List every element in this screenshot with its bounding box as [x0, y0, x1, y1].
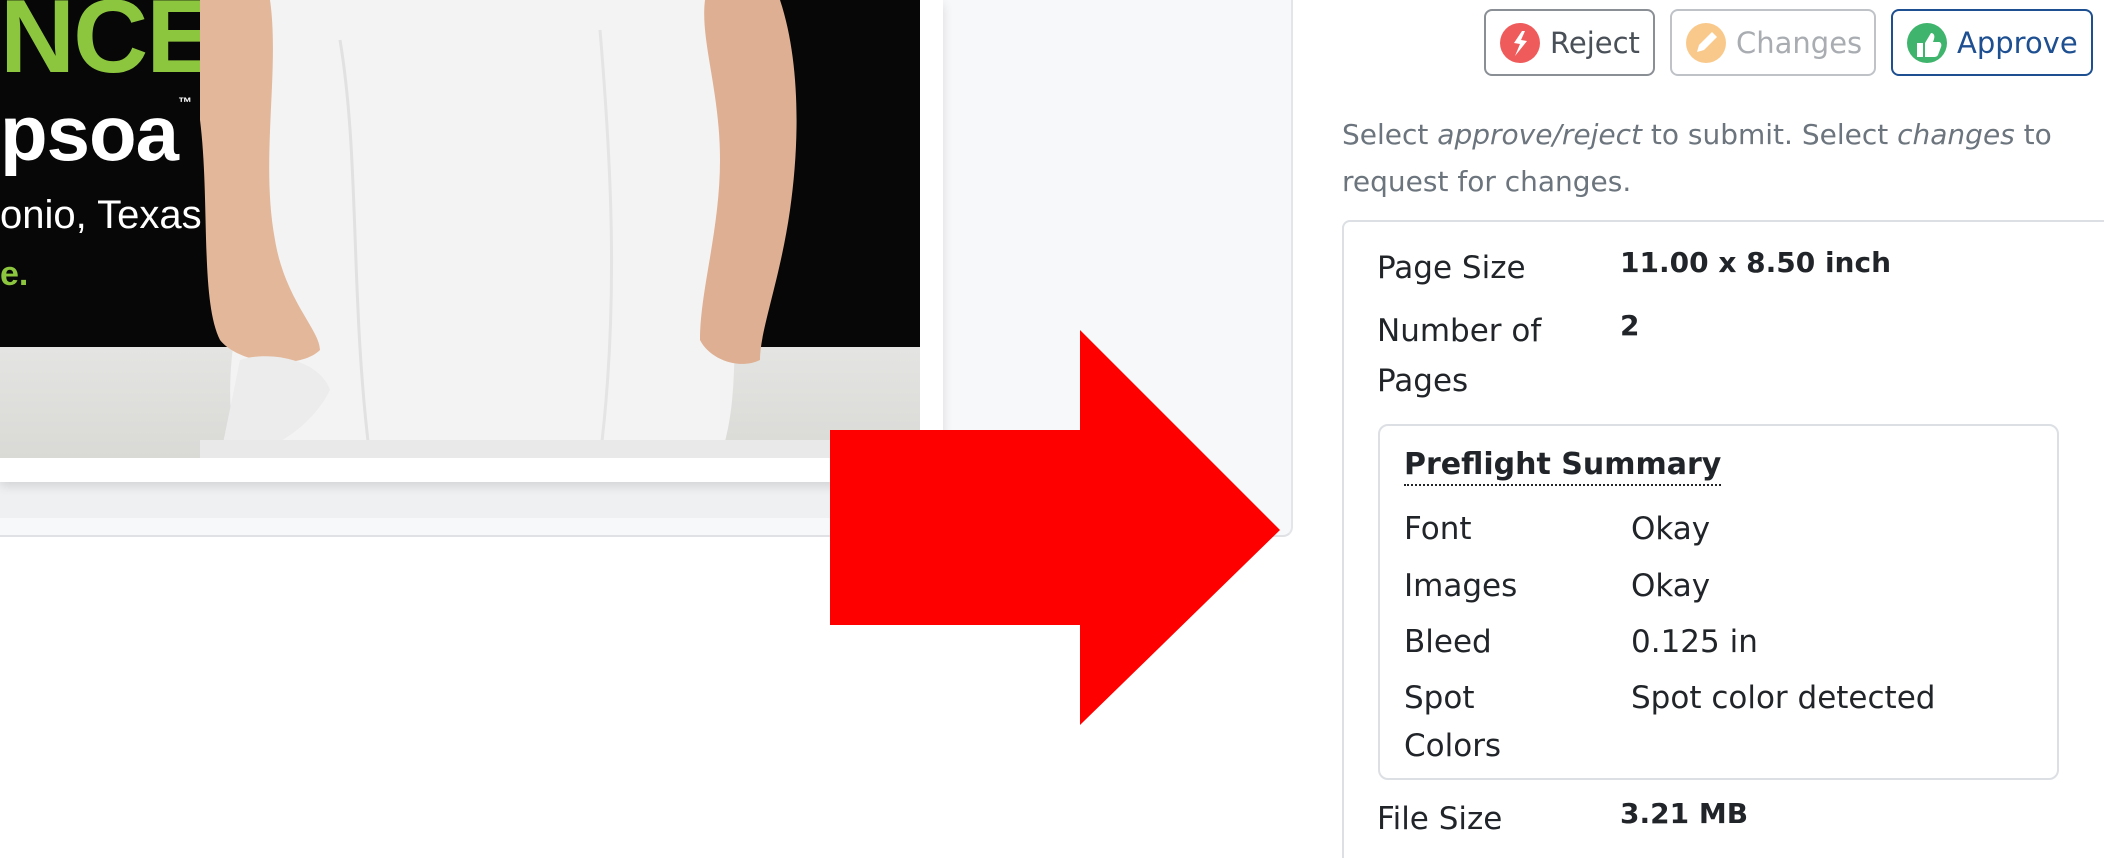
page-size-row: Page Size 11.00 x 8.50 inch [1377, 243, 1891, 293]
approve-button[interactable]: Approve [1891, 9, 2093, 76]
preflight-value: Okay [1631, 511, 1711, 547]
preflight-summary: Preflight Summary Font Okay Images Okay … [1378, 424, 2059, 780]
help-emphasis-approve-reject: approve/reject [1437, 118, 1642, 151]
ad-brand: psoa™ [0, 88, 192, 179]
review-panel: Reject Changes Approve Select approve/re… [1320, 0, 2105, 858]
ad-location: onio, Texas [0, 193, 202, 237]
preflight-label: Spot Colors [1404, 680, 1502, 764]
page-count-label: Number of Pages [1377, 313, 1542, 399]
ad-headline: NCE [0, 0, 216, 95]
proof-image: NCE psoa™ onio, Texas e. [0, 0, 920, 458]
preflight-row-images: Images Okay [1404, 562, 1710, 610]
ad-tagline: e. [0, 255, 29, 293]
preflight-value: Okay [1631, 568, 1711, 604]
ad-trademark: ™ [178, 94, 192, 110]
changes-button[interactable]: Changes [1670, 9, 1876, 76]
preflight-row-font: Font Okay [1404, 505, 1710, 553]
ad-brand-text: psoa [0, 89, 179, 177]
preflight-value: 0.125 in [1631, 624, 1758, 660]
preflight-label: Images [1404, 568, 1518, 604]
reject-button[interactable]: Reject [1484, 9, 1655, 76]
page-count-row: Number of Pages 2 [1377, 306, 1639, 406]
help-part-2: to submit. Select [1641, 118, 1898, 151]
thumbs-up-icon [1907, 22, 1947, 63]
submit-instructions: Select approve/reject to submit. Select … [1342, 111, 2072, 205]
file-size-value: 3.21 MB [1620, 797, 1749, 830]
person-photo [200, 0, 920, 458]
pencil-icon [1686, 22, 1726, 63]
preflight-title[interactable]: Preflight Summary [1404, 446, 1722, 486]
preflight-label: Bleed [1404, 624, 1492, 660]
preflight-row-bleed: Bleed 0.125 in [1404, 618, 1758, 666]
preflight-row-spot-colors: Spot Colors Spot color detected [1404, 674, 1935, 770]
file-size-row: File Size 3.21 MB [1377, 794, 1748, 844]
page-size-value: 11.00 x 8.50 inch [1620, 246, 1892, 279]
red-arrow-icon [830, 330, 1280, 725]
approve-button-label: Approve [1957, 25, 2078, 60]
preflight-label: Font [1404, 511, 1472, 547]
page-size-label: Page Size [1377, 250, 1526, 286]
file-details-card: Page Size 11.00 x 8.50 inch Number of Pa… [1342, 220, 2104, 858]
file-size-label: File Size [1377, 801, 1503, 837]
preflight-value: Spot color detected [1631, 680, 1936, 716]
reject-button-label: Reject [1550, 25, 1640, 60]
approval-actions: Reject Changes Approve [1484, 9, 2093, 76]
page-count-value: 2 [1620, 309, 1640, 342]
proof-page-card[interactable]: NCE psoa™ onio, Texas e. [0, 0, 943, 482]
reject-icon [1500, 22, 1540, 63]
help-emphasis-changes: changes [1897, 118, 2015, 151]
changes-button-label: Changes [1736, 25, 1863, 60]
help-part-1: Select [1342, 118, 1438, 151]
